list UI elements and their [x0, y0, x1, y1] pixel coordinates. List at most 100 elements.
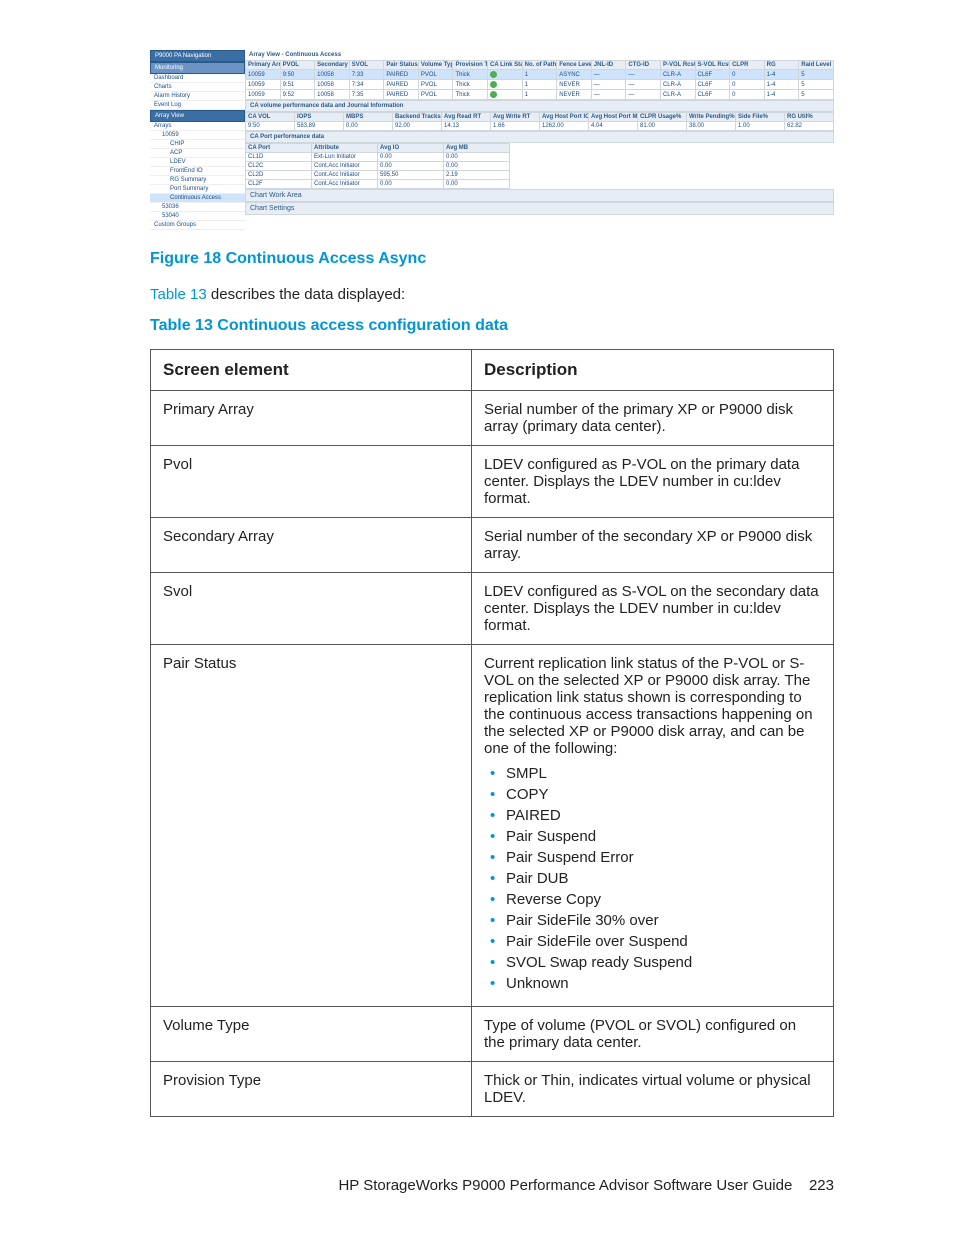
table-row[interactable]: CL2FCont.Acc Initiator0.000.00: [246, 180, 510, 189]
table-row: Secondary ArraySerial number of the seco…: [151, 518, 834, 573]
app-screenshot: P9000 PA Navigation Monitoring Dashboard…: [150, 50, 834, 230]
table-row[interactable]: 100599:50100587:33PAIREDPVOLThick1ASYNC—…: [246, 70, 834, 80]
vol-table: CA VOLIOPSMBPSBackend TracksAvg Read RTA…: [245, 112, 834, 131]
col-header[interactable]: Avg Read RT: [442, 113, 491, 122]
nav-monitoring[interactable]: Monitoring: [150, 62, 245, 74]
nav-array-root[interactable]: 10059: [150, 131, 245, 140]
screen-element-cell: Svol: [151, 573, 472, 645]
cell: ASYNC: [557, 70, 592, 80]
cell: CL6F: [695, 70, 730, 80]
nav-tree-item[interactable]: ACP: [150, 149, 245, 158]
cell: CL6F: [695, 80, 730, 90]
nav-array-item[interactable]: 53040: [150, 212, 245, 221]
cell: 10059: [246, 70, 281, 80]
col-header[interactable]: Side File%: [736, 113, 785, 122]
col-header[interactable]: IOPS: [295, 113, 344, 122]
nav-item[interactable]: Charts: [150, 83, 245, 92]
col-header[interactable]: SVOL: [349, 61, 384, 70]
col-header[interactable]: Fence Level: [557, 61, 592, 70]
col-header[interactable]: No. of Paths: [522, 61, 557, 70]
nav-tree-item[interactable]: Port Summary: [150, 185, 245, 194]
cell: 10058: [315, 90, 350, 100]
nav-header: P9000 PA Navigation: [150, 50, 245, 62]
footer-page: 223: [809, 1177, 834, 1194]
cell: PVOL: [418, 70, 453, 80]
col-header[interactable]: Write Pending%: [687, 113, 736, 122]
cell: 5: [799, 90, 834, 100]
nav-tree-item[interactable]: LDEV: [150, 158, 245, 167]
cell: CL2F: [246, 180, 312, 189]
table-row[interactable]: CL2CCont.Acc Initiator0.000.00: [246, 162, 510, 171]
col-header[interactable]: RG: [764, 61, 799, 70]
status-ok-icon: [490, 91, 497, 98]
cell: 9:50: [246, 122, 295, 131]
nav-continuous-access[interactable]: Continuous Access: [150, 194, 245, 203]
cell: CL2D: [246, 171, 312, 180]
col-description: Description: [472, 350, 834, 391]
col-header[interactable]: S-VOL Rcst: [695, 61, 730, 70]
col-header[interactable]: Avg Host Port IO: [540, 113, 589, 122]
nav-array-view[interactable]: Array View: [150, 110, 245, 122]
nav-panel: P9000 PA Navigation Monitoring Dashboard…: [150, 50, 245, 230]
cell: CL2C: [246, 162, 312, 171]
table-row[interactable]: CL1DExt-Lun Initiator0.000.00: [246, 153, 510, 162]
nav-tree-item[interactable]: RG Summary: [150, 176, 245, 185]
col-header[interactable]: Primary Array: [246, 61, 281, 70]
col-header[interactable]: Provision Type: [453, 61, 488, 70]
nav-custom-groups[interactable]: Custom Groups: [150, 221, 245, 230]
cell: 583.89: [295, 122, 344, 131]
nav-tree-item[interactable]: FrontEnd IO: [150, 167, 245, 176]
cell: 2.19: [444, 171, 510, 180]
nav-arrays[interactable]: Arrays: [150, 122, 245, 131]
col-header[interactable]: Raid Level: [799, 61, 834, 70]
col-header[interactable]: CA Port: [246, 144, 312, 153]
col-header[interactable]: CA Link Status: [488, 61, 523, 70]
nav-array-item[interactable]: 53036: [150, 203, 245, 212]
nav-tree-item[interactable]: CHIP: [150, 140, 245, 149]
chart-work-area[interactable]: Chart Work Area: [245, 189, 834, 202]
col-header[interactable]: Avg MB: [444, 144, 510, 153]
nav-item[interactable]: Dashboard: [150, 74, 245, 83]
col-header[interactable]: CLPR Usage%: [638, 113, 687, 122]
col-header[interactable]: CLPR: [730, 61, 765, 70]
main-panel: Array View - Continuous Access Primary A…: [245, 50, 834, 230]
col-header[interactable]: P-VOL Rcst: [660, 61, 695, 70]
col-header[interactable]: JNL-ID: [591, 61, 626, 70]
nav-item[interactable]: Alarm History: [150, 92, 245, 101]
list-item: Pair Suspend Error: [506, 849, 821, 866]
col-header[interactable]: MBPS: [344, 113, 393, 122]
chart-settings[interactable]: Chart Settings: [245, 202, 834, 215]
col-header[interactable]: Avg Host Port MB: [589, 113, 638, 122]
col-header[interactable]: Volume Type: [418, 61, 453, 70]
figure-caption: Figure 18 Continuous Access Async: [150, 250, 834, 268]
col-header[interactable]: RG Util%: [785, 113, 834, 122]
table-caption: Table 13 Continuous access configuration…: [150, 317, 834, 335]
screen-element-cell: Pair Status: [151, 645, 472, 1007]
status-ok-icon: [490, 81, 497, 88]
cell: 0.00: [444, 153, 510, 162]
description-cell: Current replication link status of the P…: [472, 645, 834, 1007]
description-cell: Serial number of the secondary XP or P90…: [472, 518, 834, 573]
col-header[interactable]: Attribute: [312, 144, 378, 153]
table-row[interactable]: CL2DCont.Acc Initiator595.502.19: [246, 171, 510, 180]
table-13-link[interactable]: Table 13: [150, 286, 207, 303]
col-header[interactable]: PVOL: [280, 61, 315, 70]
screen-element-cell: Pvol: [151, 446, 472, 518]
table-row[interactable]: 9:50583.890.0092.0014.131.661262.004.048…: [246, 122, 834, 131]
col-header[interactable]: Avg IO: [378, 144, 444, 153]
table-row[interactable]: 100599:52100587:35PAIREDPVOLThick1NEVER—…: [246, 90, 834, 100]
col-header[interactable]: Avg Write RT: [491, 113, 540, 122]
cell: PVOL: [418, 90, 453, 100]
col-header[interactable]: Backend Tracks: [393, 113, 442, 122]
table-row: PvolLDEV configured as P-VOL on the prim…: [151, 446, 834, 518]
col-header[interactable]: Secondary Array: [315, 61, 350, 70]
col-header[interactable]: Pair Status: [384, 61, 419, 70]
table-row[interactable]: 100599:51100587:34PAIREDPVOLThick1NEVER—…: [246, 80, 834, 90]
cell: 1: [522, 70, 557, 80]
cell: CL1D: [246, 153, 312, 162]
screen-element-cell: Secondary Array: [151, 518, 472, 573]
col-header[interactable]: CTG-ID: [626, 61, 661, 70]
col-header[interactable]: CA VOL: [246, 113, 295, 122]
main-title: Array View - Continuous Access: [245, 50, 834, 60]
nav-item[interactable]: Event Log: [150, 101, 245, 110]
